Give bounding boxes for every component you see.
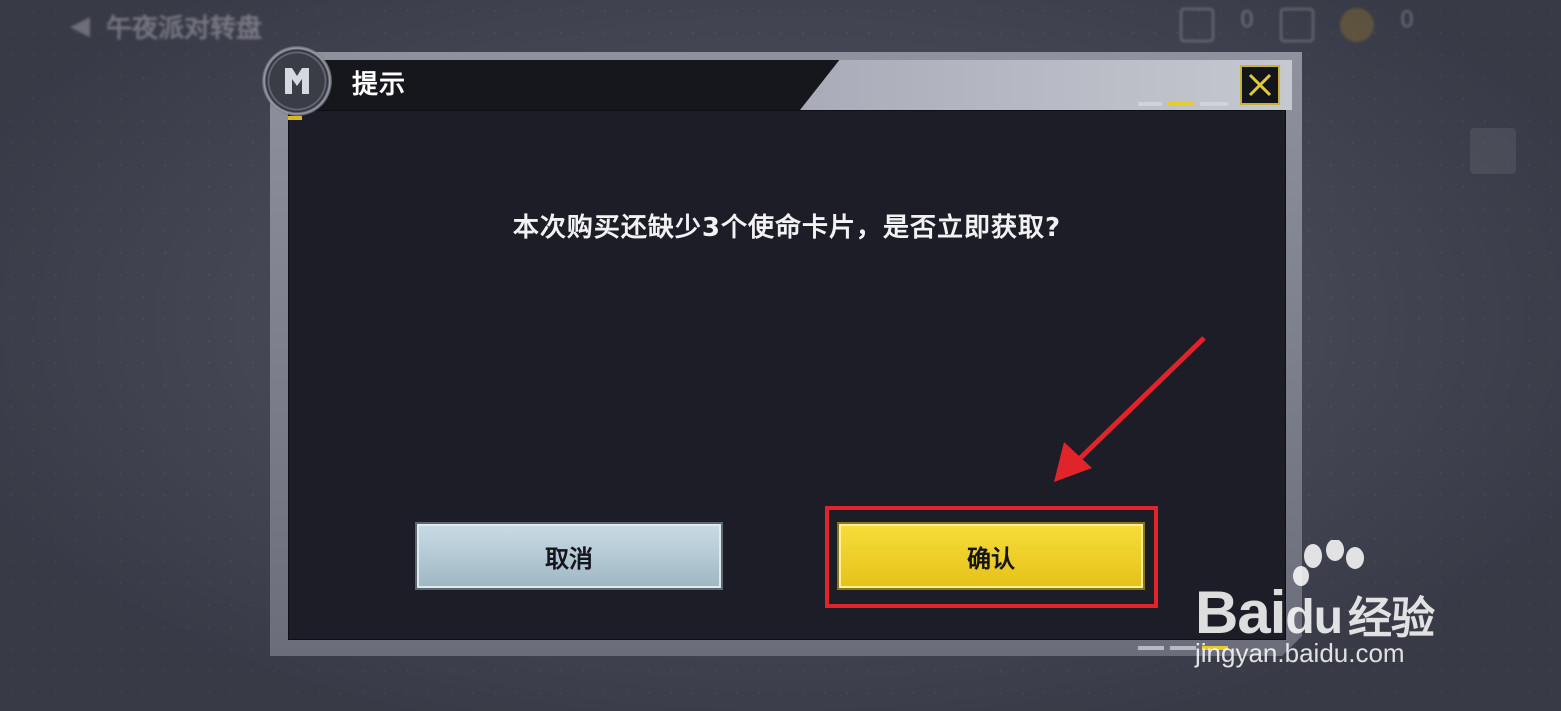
background-currency-bar: 0 0 <box>1180 8 1414 42</box>
annotation-arrow <box>1054 336 1206 482</box>
card-icon <box>1180 8 1214 42</box>
annotation-highlight-box <box>825 506 1158 608</box>
back-arrow-icon: ◀ <box>70 11 90 41</box>
background-topbar: ◀ 午夜派对转盘 <box>70 6 262 46</box>
coin-icon <box>1340 8 1374 42</box>
game-logo-icon <box>262 46 332 116</box>
emblem-accent <box>288 116 302 120</box>
dialog-title: 提示 <box>352 70 407 100</box>
search-icon <box>1470 128 1516 174</box>
background-page-title: 午夜派对转盘 <box>106 13 263 44</box>
currency-count: 0 <box>1400 8 1414 33</box>
close-button[interactable] <box>1240 65 1280 105</box>
dialog-message: 本次购买还缺少3个使命卡片，是否立即获取? <box>512 213 1062 243</box>
baidu-watermark: Baidu 经验 jingyan.baidu.com <box>1195 540 1515 680</box>
add-icon <box>1280 8 1314 42</box>
currency-count: 0 <box>1240 8 1254 33</box>
watermark-url: jingyan.baidu.com <box>1195 638 1405 668</box>
watermark-brand: Baidu 经验 <box>1195 579 1435 646</box>
header-decoration <box>1138 102 1228 106</box>
cancel-button[interactable]: 取消 <box>417 524 721 588</box>
close-icon <box>1248 73 1272 97</box>
